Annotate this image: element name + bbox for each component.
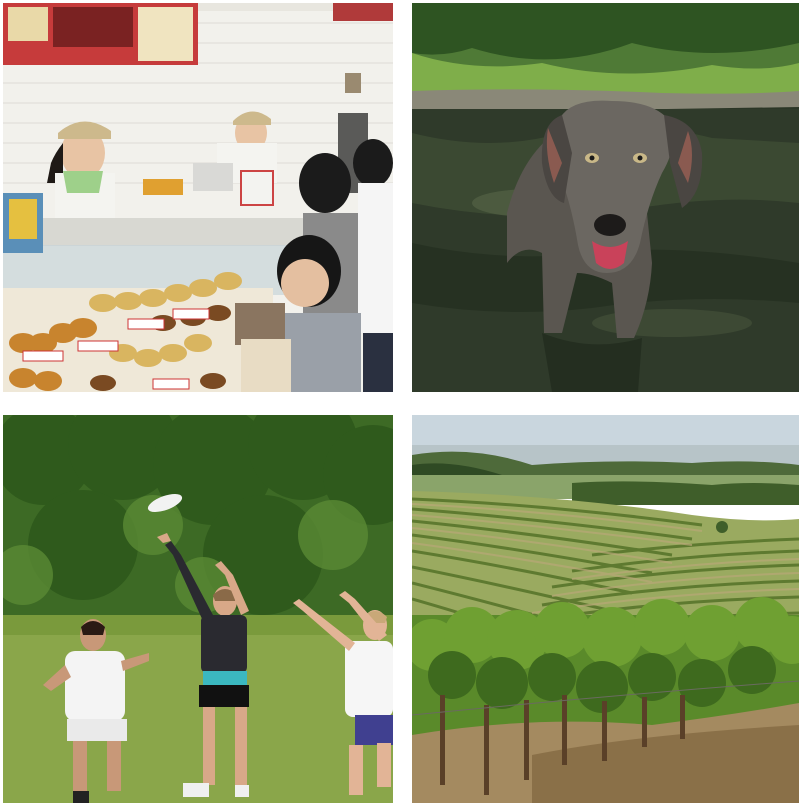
dog-in-water-illustration <box>412 3 799 392</box>
dog-in-water-photo <box>412 3 799 392</box>
donut-shop-photo <box>3 3 393 392</box>
frisbee-game-photo <box>3 415 393 803</box>
frisbee-game-illustration <box>3 415 393 803</box>
donut-shop-illustration <box>3 3 393 392</box>
image-grid <box>0 0 802 804</box>
vineyard-illustration <box>412 415 799 803</box>
vineyard-photo <box>412 415 799 803</box>
